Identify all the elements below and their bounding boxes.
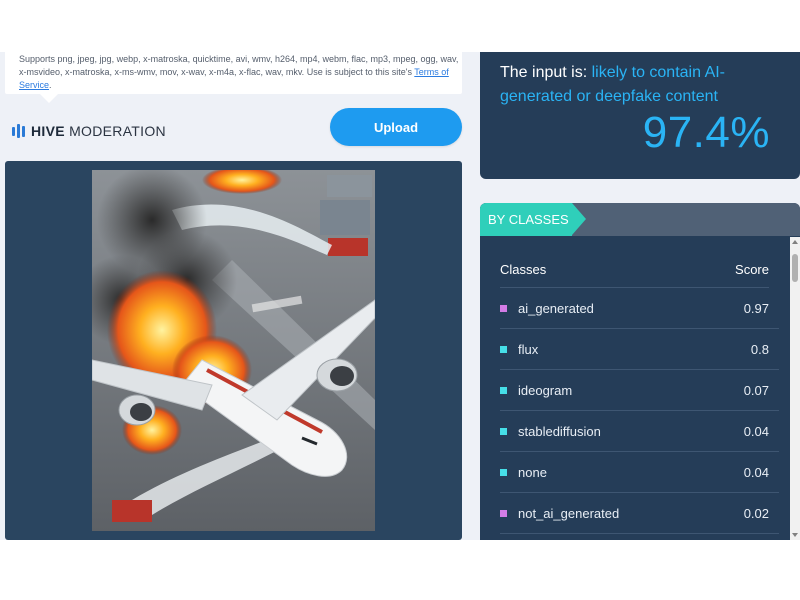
column-header-classes: Classes xyxy=(500,261,547,277)
supported-formats-tooltip: Supports png, jpeg, jpg, webp, x-matrosk… xyxy=(5,52,462,94)
classes-panel: BY CLASSES Classes Score ai_generated 0.… xyxy=(480,203,800,540)
class-name: ai_generated xyxy=(518,300,594,316)
tooltip-arrow xyxy=(40,94,58,103)
class-color-swatch xyxy=(500,304,507,312)
classes-table-body: ai_generated 0.97 flux 0.8 ideogram 0.07… xyxy=(500,288,779,534)
class-color-swatch xyxy=(500,386,507,394)
ai-probability-percent: 97.4% xyxy=(642,108,770,157)
class-name: ideogram xyxy=(518,382,573,398)
column-header-score: Score xyxy=(735,261,769,277)
class-name: stablediffusion xyxy=(518,423,601,439)
logo-text-hive: HIVE xyxy=(31,123,65,139)
class-name: flux xyxy=(518,341,539,357)
class-score: 0.97 xyxy=(743,300,769,316)
upload-button[interactable]: Upload xyxy=(330,108,462,146)
uploaded-image xyxy=(92,170,375,531)
classes-panel-header: BY CLASSES xyxy=(480,203,800,236)
result-panel: The input is: likely to contain AI-gener… xyxy=(480,52,800,179)
table-row: ai_generated 0.97 xyxy=(500,288,779,329)
class-name: not_ai_generated xyxy=(518,505,620,521)
table-row: ideogram 0.07 xyxy=(500,370,779,411)
classes-scrollbar[interactable] xyxy=(790,237,800,540)
verdict-prefix: The input is: xyxy=(500,64,592,81)
classes-table-header: Classes Score xyxy=(500,251,769,288)
hive-moderation-logo[interactable]: HIVE MODERATION xyxy=(12,122,166,140)
class-score: 0.8 xyxy=(750,341,769,357)
scrollbar-thumb[interactable] xyxy=(792,254,798,282)
table-row: none 0.04 xyxy=(500,452,779,493)
table-row: not_ai_generated 0.02 xyxy=(500,493,779,534)
verdict-text: The input is: likely to contain AI-gener… xyxy=(500,61,770,109)
scroll-up-arrow-icon[interactable] xyxy=(792,240,798,244)
class-score: 0.04 xyxy=(743,423,769,439)
class-score: 0.02 xyxy=(743,505,769,521)
class-name: none xyxy=(518,464,547,480)
logo-text-moderation: MODERATION xyxy=(69,123,166,139)
class-color-swatch xyxy=(500,427,507,435)
plane-crash-image xyxy=(92,170,375,531)
logo-text: HIVE MODERATION xyxy=(31,123,166,139)
hive-logo-icon xyxy=(12,124,25,138)
scroll-down-arrow-icon[interactable] xyxy=(792,533,798,537)
table-row: flux 0.8 xyxy=(500,329,779,370)
supported-formats-text: Supports png, jpeg, jpg, webp, x-matrosk… xyxy=(19,54,459,77)
tos-suffix: . xyxy=(49,80,52,90)
class-color-swatch xyxy=(500,468,507,476)
class-score: 0.04 xyxy=(743,464,769,480)
class-score: 0.07 xyxy=(743,382,769,398)
table-row: stablediffusion 0.04 xyxy=(500,411,779,452)
class-color-swatch xyxy=(500,345,507,353)
class-color-swatch xyxy=(500,509,507,517)
tab-by-classes[interactable]: BY CLASSES xyxy=(480,203,586,236)
